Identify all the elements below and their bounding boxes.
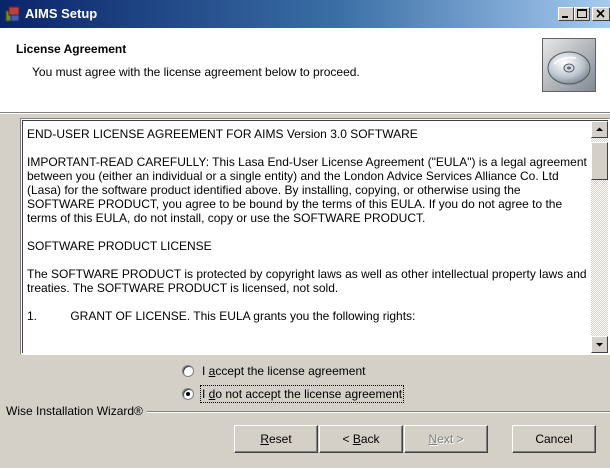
wizard-brand: Wise Installation Wizard® — [6, 404, 147, 418]
minimize-button[interactable] — [558, 7, 574, 21]
close-icon — [596, 9, 605, 18]
page-title: License Agreement — [16, 42, 127, 56]
decline-label[interactable]: I do not accept the license agreement — [199, 385, 405, 403]
accept-option[interactable]: I accept the license agreement — [182, 363, 365, 379]
license-text: END-USER LICENSE AGREEMENT FOR AIMS Vers… — [27, 127, 587, 337]
minimize-icon — [562, 16, 568, 18]
header-divider — [0, 112, 610, 114]
scroll-thumb[interactable] — [591, 142, 608, 180]
arrow-down-icon — [596, 343, 603, 347]
decline-option[interactable]: I do not accept the license agreement — [182, 385, 405, 403]
window-title: AIMS Setup — [25, 6, 98, 21]
vertical-scrollbar[interactable] — [591, 121, 608, 353]
cancel-button[interactable]: Cancel — [512, 425, 596, 453]
license-textbox[interactable]: END-USER LICENSE AGREEMENT FOR AIMS Vers… — [20, 118, 610, 355]
setup-icon — [5, 6, 20, 22]
license-paragraph: END-USER LICENSE AGREEMENT FOR AIMS Vers… — [27, 127, 418, 141]
footer-divider — [118, 411, 610, 413]
maximize-button[interactable] — [574, 7, 590, 21]
cd-disc-icon — [542, 38, 596, 92]
license-textbox-inner: END-USER LICENSE AGREEMENT FOR AIMS Vers… — [22, 120, 608, 353]
header-panel: License Agreement You must agree with th… — [0, 28, 610, 112]
page-subtitle: You must agree with the license agreemen… — [32, 65, 360, 79]
accept-label[interactable]: I accept the license agreement — [202, 364, 365, 378]
accept-radio[interactable] — [182, 365, 194, 377]
license-paragraph: 1. GRANT OF LICENSE. This EULA grants yo… — [27, 309, 416, 323]
back-button[interactable]: < Back — [319, 425, 403, 453]
setup-window: AIMS Setup License Agreement You must ag… — [0, 0, 610, 468]
arrow-up-icon — [596, 127, 603, 131]
license-paragraph: SOFTWARE PRODUCT LICENSE — [27, 239, 212, 253]
maximize-icon — [577, 9, 587, 18]
reset-button[interactable]: Reset — [234, 425, 318, 453]
scroll-down-button[interactable] — [591, 336, 608, 353]
scroll-up-button[interactable] — [591, 121, 608, 138]
license-paragraph: IMPORTANT-READ CAREFULLY: This Lasa End-… — [27, 155, 591, 225]
close-button[interactable] — [592, 7, 610, 21]
license-paragraph: The SOFTWARE PRODUCT is protected by cop… — [27, 267, 590, 295]
next-button[interactable]: Next > — [404, 425, 488, 453]
title-bar[interactable]: AIMS Setup — [0, 0, 610, 28]
decline-radio[interactable] — [182, 388, 194, 400]
